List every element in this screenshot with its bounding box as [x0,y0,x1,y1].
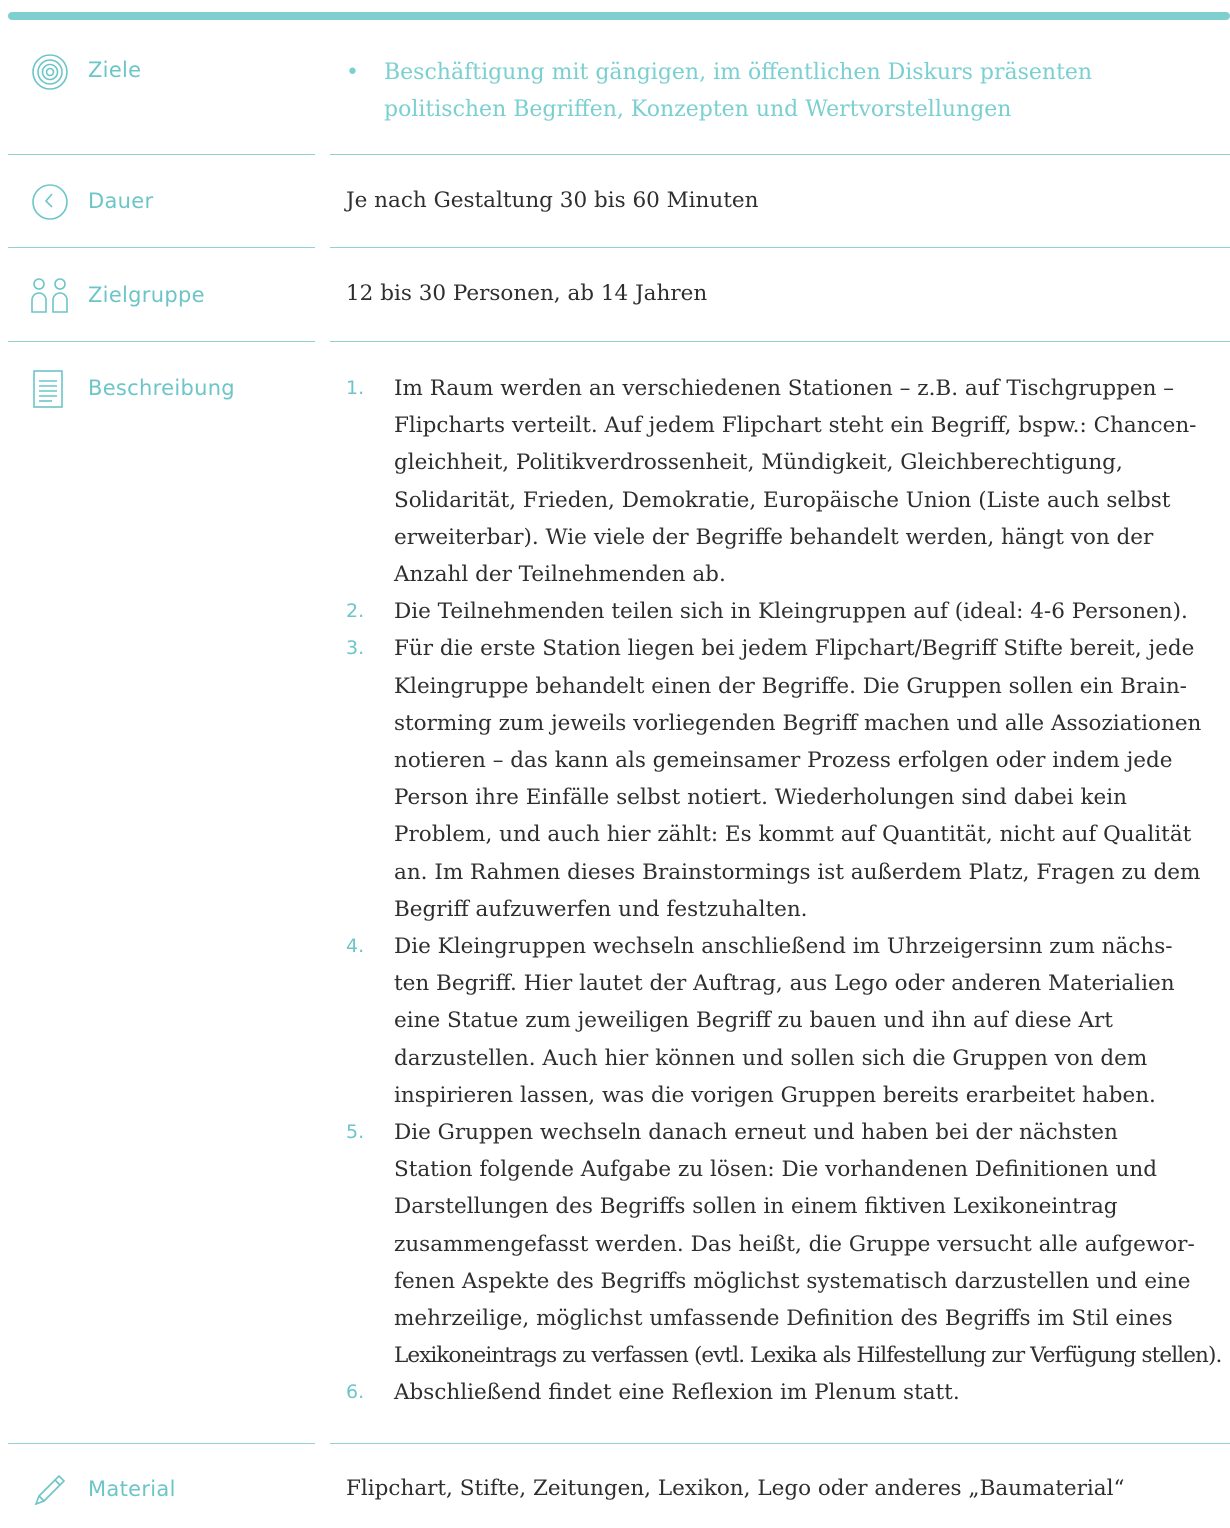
step-text-line: Person ihre Einfälle selbst notiert. Wie… [394,785,1127,811]
step-text-line: Die Kleingruppen wechseln anschließend i… [394,934,1173,960]
step-text-line: eine Statue zum jeweiligen Begriff zu ba… [394,1008,1113,1034]
step-text-line: Lexikoneintrags zu verfassen (evtl. Lexi… [394,1343,1222,1369]
step-item: 1. Im Raum werden an verschiedenen Statio… [346,370,1230,593]
step-text-line: Für die erste Station liegen bei jedem F… [394,636,1195,662]
step-number: 4. [346,935,365,958]
step-text-line: Die Gruppen wechseln danach erneut und h… [394,1120,1118,1146]
step-item: 6. Abschließend findet eine Reflexion im … [346,1374,1230,1411]
step-text-line: Darstellungen des Begriffs sollen in ein… [394,1194,1118,1220]
divider-left [8,247,315,248]
step-number: 5. [346,1121,365,1144]
step-text-line: ten Begriff. Hier lautet der Auftrag, au… [394,971,1175,997]
step-text-line: Im Raum werden an verschiedenen Statione… [394,376,1175,401]
step-text-line: darzustellen. Auch hier können und solle… [394,1045,1148,1071]
step-text-line: Kleingruppe behandelt einen der Begriffe… [394,673,1187,699]
dauer-label: Dauer [88,189,154,213]
step-item: 3. Für die erste Station liegen bei jedem… [346,630,1230,928]
step-text-line: Abschließend findet eine Reflexion im Pl… [394,1380,960,1406]
step-text-line: fenen Aspekte des Begriffs möglichst sys… [394,1268,1191,1294]
step-number: 1. [346,377,365,399]
steps-list: 1. Im Raum werden an verschiedenen Statio… [346,370,1230,1412]
step-text-line: Station folgende Aufgabe zu lösen: Die v… [394,1157,1157,1183]
step-text-line: an. Im Rahmen dieses Brainstormings ist … [394,859,1201,885]
step-text-line: mehrzeilige, möglichst umfassende Defini… [394,1306,1173,1332]
divider-right [330,341,1230,342]
dauer-value: Je nach Gestaltung 30 bis 60 Minuten [346,188,759,213]
goal-bullet: • [346,60,359,85]
step-text-line: zusammengefasst werden. Das heißt, die G… [394,1231,1195,1257]
step-text-line: storming zum jeweils vorliegenden Begrif… [394,710,1202,736]
zielgruppe-label: Zielgruppe [88,283,205,307]
target-icon [30,52,70,92]
goal-item: Beschäftigung mit gängigen, im öffentlic… [384,60,1093,122]
top-accent-bar [8,12,1230,20]
step-item: 2. Die Teilnehmenden teilen sich in Klein… [346,593,1230,630]
step-text-line: Flipcharts verteilt. Auf jedem Flipchart… [394,413,1197,439]
ziele-label: Ziele [88,58,142,82]
clock-icon [30,182,70,222]
step-text-line: Solidarität, Frieden, Demokratie, Europä… [394,487,1171,513]
divider-left [8,341,315,342]
zielgruppe-value: 12 bis 30 Personen, ab 14 Jahren [346,281,708,306]
step-item: 4. Die Kleingruppen wechseln anschließend… [346,928,1230,1114]
step-text-line: gleichheit, Politikverdrossenheit, Mündi… [394,450,1123,476]
document-icon [30,369,70,409]
step-number: 3. [346,637,365,660]
step-text-line: Begriff aufzuwerfen und festzuhalten. [394,896,808,922]
step-text-line: erweiterbar). Wie viele der Begriffe beh… [394,524,1154,550]
divider-left [8,1443,315,1444]
beschreibung-label: Beschreibung [88,376,235,400]
step-number: 2. [346,600,365,623]
material-label: Material [88,1477,176,1501]
material-value: Flipchart, Stifte, Zeitungen, Lexikon, L… [346,1476,1125,1501]
pencil-icon [30,1470,70,1510]
divider-right [330,1443,1230,1444]
step-text-line: notieren – das kann als gemeinsamer Proz… [394,748,1173,774]
step-item: 5. Die Gruppen wechseln danach erneut und… [346,1114,1230,1374]
step-number: 6. [346,1381,365,1404]
step-text-line: inspirieren lassen, was die vorigen Grup… [394,1082,1156,1108]
divider-right [330,247,1230,248]
people-icon [30,276,70,316]
divider-left [8,154,315,155]
step-text-line: Anzahl der Teilnehmenden ab. [394,562,726,588]
step-text-line: Die Teilnehmenden teilen sich in Kleingr… [394,599,1188,625]
step-text-line: Problem, und auch hier zählt: Es kommt a… [394,822,1192,848]
divider-right [330,154,1230,155]
